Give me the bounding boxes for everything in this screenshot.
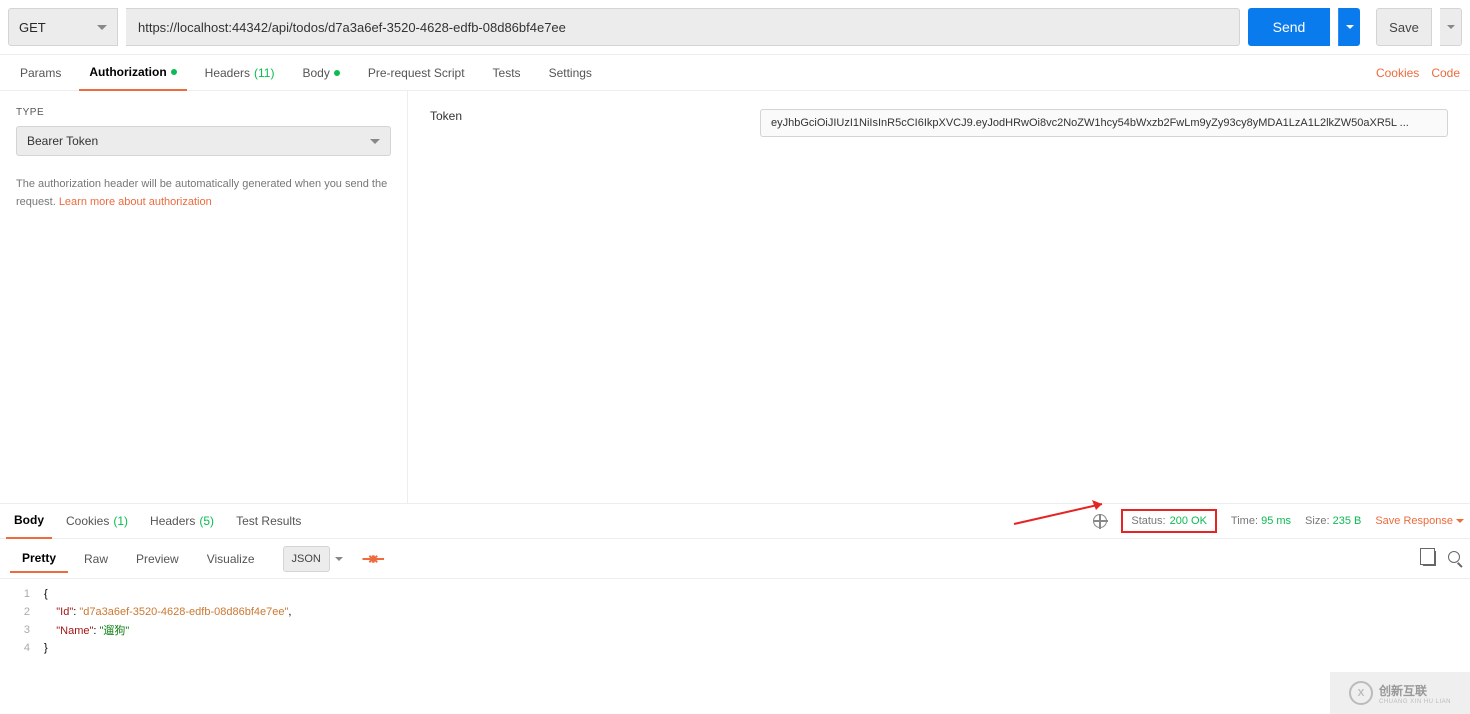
tab-headers[interactable]: Headers (11) (195, 55, 285, 91)
resp-tab-cookies[interactable]: Cookies (1) (58, 503, 136, 539)
tab-body-label: Body (302, 66, 329, 80)
status-label: Status: (1131, 515, 1165, 527)
status-indicator: Status: 200 OK (1121, 509, 1217, 533)
save-response-button[interactable]: Save Response (1375, 515, 1464, 527)
size-value: 235 B (1333, 515, 1362, 527)
save-dropdown[interactable] (1440, 8, 1462, 46)
learn-more-link[interactable]: Learn more about authorization (59, 196, 212, 208)
request-tabs: Params Authorization Headers (11) Body P… (0, 55, 1470, 91)
headers-count: (11) (254, 66, 274, 80)
watermark: X 创新互联 CHUANG XIN HU LIAN (1330, 672, 1470, 714)
tab-settings[interactable]: Settings (539, 55, 602, 91)
watermark-sub: CHUANG XIN HU LIAN (1379, 699, 1451, 705)
search-icon[interactable] (1448, 551, 1460, 563)
line-number: 1 (0, 588, 44, 600)
response-body[interactable]: 1{ 2 "Id": "d7a3a6ef-3520-4628-edfb-08d8… (0, 579, 1470, 663)
size-label: Size: (1305, 515, 1329, 527)
method-select[interactable]: GET (8, 8, 118, 46)
line-number: 3 (0, 624, 44, 636)
auth-sidebar: TYPE Bearer Token The authorization head… (0, 91, 408, 503)
tab-params[interactable]: Params (10, 55, 71, 91)
auth-type-select[interactable]: Bearer Token (16, 126, 391, 156)
send-dropdown[interactable] (1338, 8, 1360, 46)
auth-help-text: The authorization header will be automat… (16, 176, 391, 211)
wrap-icon[interactable]: ⇥⇤ (362, 549, 381, 569)
format-bar: Pretty Raw Preview Visualize JSON ⇥⇤ (0, 539, 1470, 579)
url-input[interactable] (126, 8, 1240, 46)
json-key: "Name" (56, 625, 93, 637)
link-cookies[interactable]: Cookies (1376, 66, 1419, 80)
json-value: "d7a3a6ef-3520-4628-edfb-08d86bf4e7ee" (79, 606, 288, 618)
size-indicator: Size: 235 B (1305, 515, 1361, 527)
token-label: Token (430, 109, 720, 485)
tab-body[interactable]: Body (292, 55, 349, 91)
resp-tab-body[interactable]: Body (6, 503, 52, 539)
tab-authorization-label: Authorization (89, 65, 166, 79)
copy-icon[interactable] (1423, 551, 1436, 566)
token-input[interactable] (760, 109, 1448, 137)
fmt-tab-visualize[interactable]: Visualize (195, 545, 267, 573)
time-value: 95 ms (1261, 515, 1291, 527)
response-tabs: Body Cookies (1) Headers (5) Test Result… (0, 503, 1470, 539)
send-button[interactable]: Send (1248, 8, 1330, 46)
save-button[interactable]: Save (1376, 8, 1432, 46)
watermark-brand: 创新互联 (1379, 682, 1451, 699)
dot-icon (334, 70, 340, 76)
tab-authorization[interactable]: Authorization (79, 55, 186, 91)
code-content: "Name": "遛狗" (44, 622, 129, 638)
type-label: TYPE (16, 107, 391, 118)
code-content: "Id": "d7a3a6ef-3520-4628-edfb-08d86bf4e… (44, 606, 291, 618)
resp-tab-testresults[interactable]: Test Results (228, 503, 309, 539)
tab-prerequest[interactable]: Pre-request Script (358, 55, 475, 91)
watermark-logo-icon: X (1349, 681, 1373, 705)
link-code[interactable]: Code (1431, 66, 1460, 80)
tab-tests[interactable]: Tests (483, 55, 531, 91)
status-value: 200 OK (1170, 515, 1207, 527)
resp-headers-count: (5) (199, 514, 214, 528)
time-indicator: Time: 95 ms (1231, 515, 1291, 527)
dot-icon (171, 69, 177, 75)
fmt-tab-preview[interactable]: Preview (124, 545, 191, 573)
resp-tab-headers[interactable]: Headers (5) (142, 503, 222, 539)
fmt-tab-pretty[interactable]: Pretty (10, 545, 68, 573)
time-label: Time: (1231, 515, 1258, 527)
globe-icon[interactable] (1093, 514, 1107, 528)
resp-cookies-label: Cookies (66, 514, 109, 528)
format-select[interactable]: JSON (283, 546, 330, 572)
line-number: 4 (0, 642, 44, 654)
json-value: "遛狗" (100, 625, 130, 637)
resp-cookies-count: (1) (113, 514, 128, 528)
resp-headers-label: Headers (150, 514, 195, 528)
fmt-tab-raw[interactable]: Raw (72, 545, 120, 573)
code-content: } (44, 642, 48, 654)
line-number: 2 (0, 606, 44, 618)
tab-headers-label: Headers (205, 66, 250, 80)
json-key: "Id" (56, 606, 73, 618)
code-content: { (44, 588, 48, 600)
